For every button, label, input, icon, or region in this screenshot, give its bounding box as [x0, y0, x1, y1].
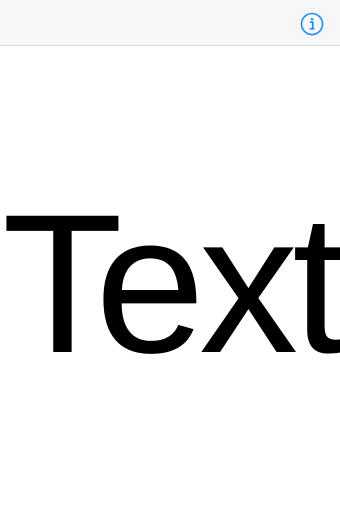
info-icon — [300, 12, 324, 36]
display-text: Text — [2, 173, 340, 394]
navigation-bar — [0, 0, 340, 46]
screen: Text — [0, 0, 340, 510]
info-button[interactable] — [300, 12, 324, 36]
content-area: Text — [0, 47, 340, 510]
